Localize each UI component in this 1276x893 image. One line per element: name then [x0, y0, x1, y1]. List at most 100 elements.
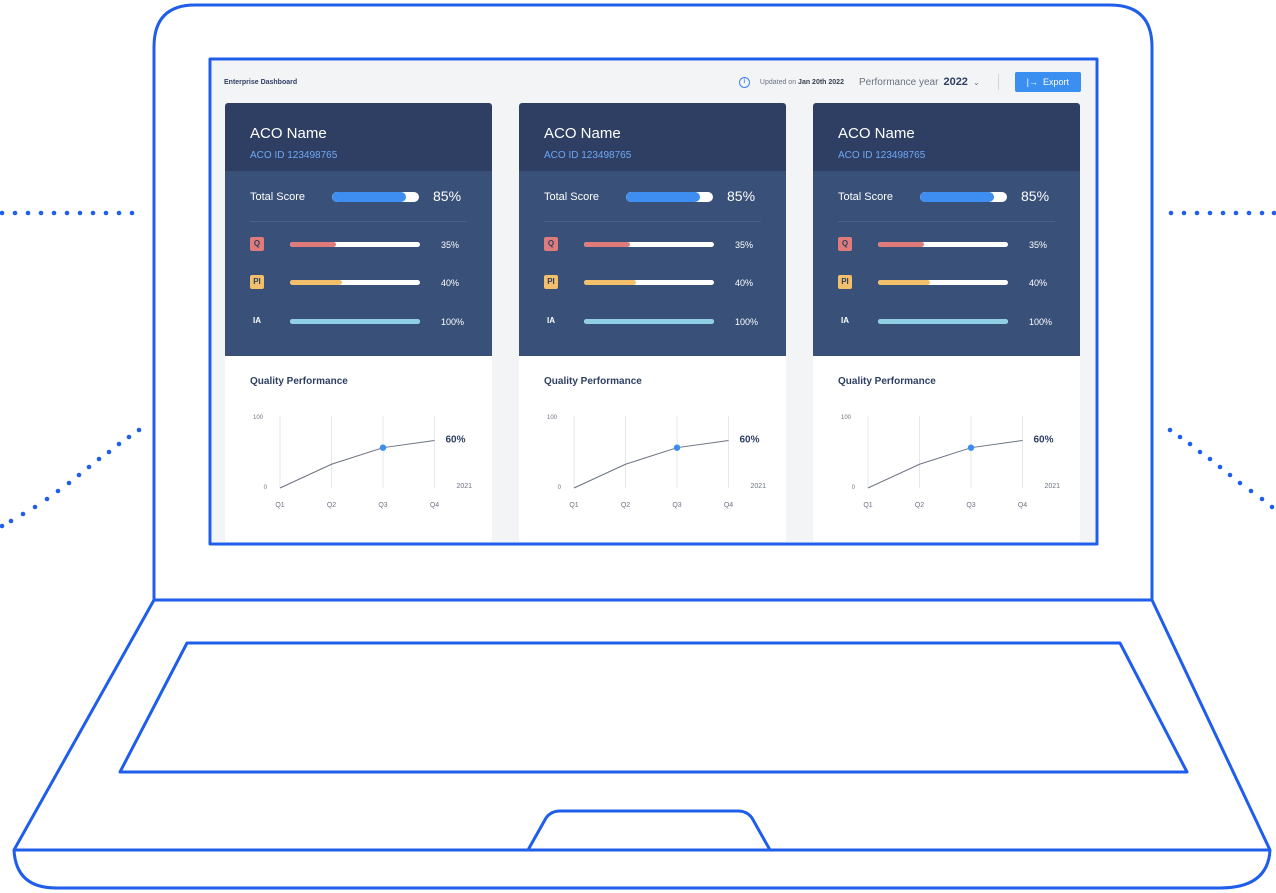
ia-value: 100%	[1029, 317, 1053, 327]
total-score-bar	[920, 192, 1007, 202]
quality-bar	[584, 242, 714, 247]
score-divider	[838, 221, 1055, 222]
x-tick-label: Q2	[621, 502, 630, 509]
data-point	[673, 444, 681, 451]
total-score-fill	[332, 192, 406, 202]
x-tick-label: Q3	[966, 502, 975, 509]
card-header: ACO Name ACO ID 123498765	[225, 103, 492, 171]
line-chart: Q1 Q2 Q3 Q4 100 0 60% 2021	[253, 415, 472, 509]
x-tick-label: Q4	[1018, 502, 1027, 509]
ia-tag: IA	[841, 316, 849, 325]
total-score-fill	[626, 192, 700, 202]
x-tick-label: Q4	[430, 502, 439, 509]
x-tick-label: Q3	[378, 502, 387, 509]
total-score-fill	[920, 192, 994, 202]
pi-tag: PI	[544, 275, 558, 289]
x-tick-label: Q1	[569, 502, 578, 509]
export-label: Export	[1042, 77, 1069, 87]
pi-tag: PI	[250, 275, 264, 289]
aco-id: ACO ID 123498765	[838, 150, 926, 161]
pi-bar	[878, 280, 1008, 285]
y-tick-label: 100	[841, 415, 852, 421]
total-score-label: Total Score	[544, 191, 600, 203]
aco-card: ACO Name ACO ID 123498765 Total Score 85…	[519, 103, 786, 542]
x-tick-label: Q2	[915, 502, 924, 509]
ia-tag: IA	[253, 316, 261, 325]
ia-bar-fill	[290, 319, 420, 324]
quality-value: 35%	[1029, 240, 1048, 250]
score-divider	[544, 221, 761, 222]
quality-performance-chart: Quality Performance Q1 Q2 Q3 Q4 100 0 60% 2021	[813, 356, 1080, 542]
aco-id: ACO ID 123498765	[250, 150, 338, 161]
pi-value: 40%	[735, 278, 754, 288]
card-header: ACO Name ACO ID 123498765	[519, 103, 786, 171]
pi-value: 40%	[1029, 278, 1048, 288]
pi-bar	[584, 280, 714, 285]
ia-bar	[878, 319, 1008, 324]
quality-bar-fill	[290, 242, 336, 247]
ia-tag: IA	[547, 316, 555, 325]
data-point	[967, 444, 975, 451]
pi-bar-fill	[290, 280, 342, 285]
score-divider	[250, 221, 467, 222]
data-point	[379, 444, 387, 451]
aco-name: ACO Name	[544, 125, 621, 142]
x-tick-label: Q1	[275, 502, 284, 509]
y-tick-label: 0	[558, 485, 562, 491]
pi-tag: PI	[838, 275, 852, 289]
quality-tag: Q	[250, 237, 264, 251]
aco-name: ACO Name	[838, 125, 915, 142]
series-line	[573, 439, 729, 489]
year-label: 2021	[751, 483, 767, 490]
score-panel: Total Score 85% Q 35% PI 40% IA 100%	[519, 171, 786, 356]
quality-bar	[878, 242, 1008, 247]
line-chart: Q1 Q2 Q3 Q4 100 0 60% 2021	[547, 415, 767, 509]
total-score-label: Total Score	[250, 191, 306, 203]
series-line	[867, 439, 1023, 489]
quality-bar-fill	[584, 242, 630, 247]
x-tick-label: Q1	[863, 502, 872, 509]
quality-tag: Q	[838, 237, 852, 251]
ia-value: 100%	[441, 317, 465, 327]
quality-value: 35%	[735, 240, 754, 250]
export-button[interactable]: |→ Export	[1014, 72, 1081, 92]
quality-value: 35%	[441, 240, 460, 250]
info-icon[interactable]: i	[738, 76, 750, 88]
score-panel: Total Score 85% Q 35% PI 40% IA 100%	[225, 171, 492, 356]
quality-performance-chart: Quality Performance Q1 Q2 Q3 Q4 100 0 60% 2021	[519, 356, 786, 542]
dashboard-screen: Enterprise Dashboard i Updated on Jan 20…	[212, 61, 1095, 542]
x-tick-label: Q3	[672, 502, 681, 509]
line-chart: Q1 Q2 Q3 Q4 100 0 60% 2021	[841, 415, 1061, 509]
total-score-value: 85%	[433, 188, 462, 204]
year-label: 2021	[1045, 483, 1061, 490]
toolbar-divider	[997, 74, 999, 90]
performance-year-select[interactable]: 2022	[943, 76, 967, 88]
end-value-label: 60%	[446, 434, 466, 445]
total-score-value: 85%	[1021, 188, 1050, 204]
quality-performance-chart: Quality Performance Q1 Q2 Q3 Q4 100 0 60% 2021	[225, 356, 492, 542]
top-bar: Enterprise Dashboard i Updated on Jan 20…	[212, 61, 1095, 103]
series-line	[279, 439, 435, 489]
total-score-label: Total Score	[838, 191, 894, 203]
aco-id: ACO ID 123498765	[544, 150, 632, 161]
end-value-label: 60%	[740, 434, 760, 445]
y-tick-label: 100	[547, 415, 558, 421]
quality-bar-fill	[878, 242, 924, 247]
x-tick-label: Q2	[327, 502, 336, 509]
ia-bar-fill	[878, 319, 1008, 324]
updated-text: Updated on Jan 20th 2022	[759, 78, 844, 86]
y-tick-label: 0	[264, 485, 268, 491]
quality-bar	[290, 242, 420, 247]
card-header: ACO Name ACO ID 123498765	[813, 103, 1080, 171]
chevron-down-icon[interactable]: ⌄	[973, 78, 980, 87]
pi-bar	[290, 280, 420, 285]
aco-name: ACO Name	[250, 125, 327, 142]
total-score-value: 85%	[727, 188, 756, 204]
app-title: Enterprise Dashboard	[224, 78, 298, 86]
export-icon: |→	[1026, 77, 1038, 87]
y-tick-label: 100	[253, 415, 264, 421]
y-tick-label: 0	[852, 485, 856, 491]
x-tick-label: Q4	[724, 502, 733, 509]
pi-value: 40%	[441, 278, 460, 288]
ia-bar	[290, 319, 420, 324]
